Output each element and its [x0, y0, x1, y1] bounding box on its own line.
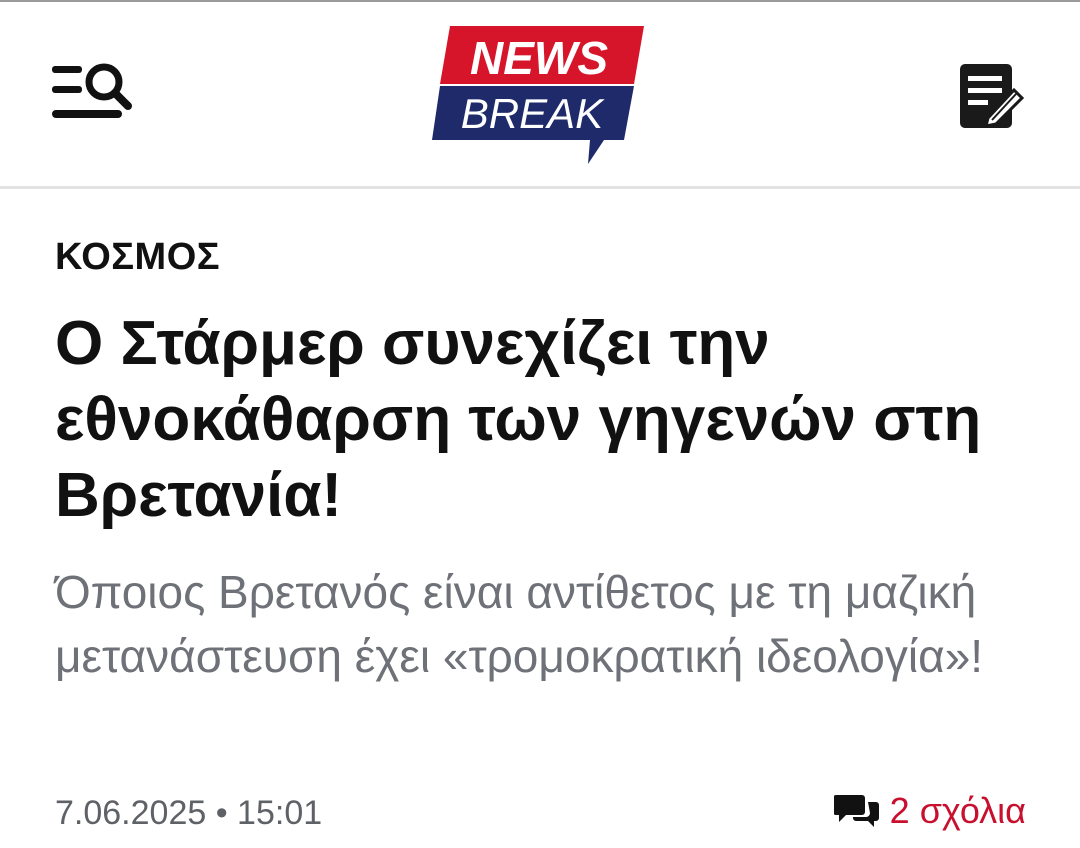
article-subtitle: Όποιος Βρετανός είναι αντίθετος με τη μα… [55, 566, 984, 682]
header-divider [0, 186, 1080, 189]
logo-break-text: BREAK [461, 90, 605, 137]
logo-graphic: NEWS BREAK [432, 26, 644, 164]
edit-note-button[interactable] [958, 62, 1025, 132]
edit-note-icon [960, 64, 1025, 128]
menu-search-button[interactable] [50, 60, 134, 126]
logo-news-text: NEWS [470, 32, 608, 84]
menu-search-icon [52, 63, 132, 118]
comments-count: 2 σχόλια [889, 790, 1026, 831]
publish-date: 7.06.2025 • 15:01 [55, 794, 323, 832]
site-header: NEWS BREAK NEWS BREAK [0, 2, 1080, 186]
article-headline: Ο Στάρμερ συνεχίζει την εθνοκάθαρση των … [55, 309, 982, 530]
chat-bubbles-icon [833, 795, 879, 827]
category-label[interactable]: ΚΟΣΜΟΣ [55, 236, 220, 279]
newsbreak-logo[interactable]: NEWS BREAK NEWS BREAK [432, 24, 646, 170]
comments-link[interactable]: 2 σχόλια [833, 790, 1026, 832]
